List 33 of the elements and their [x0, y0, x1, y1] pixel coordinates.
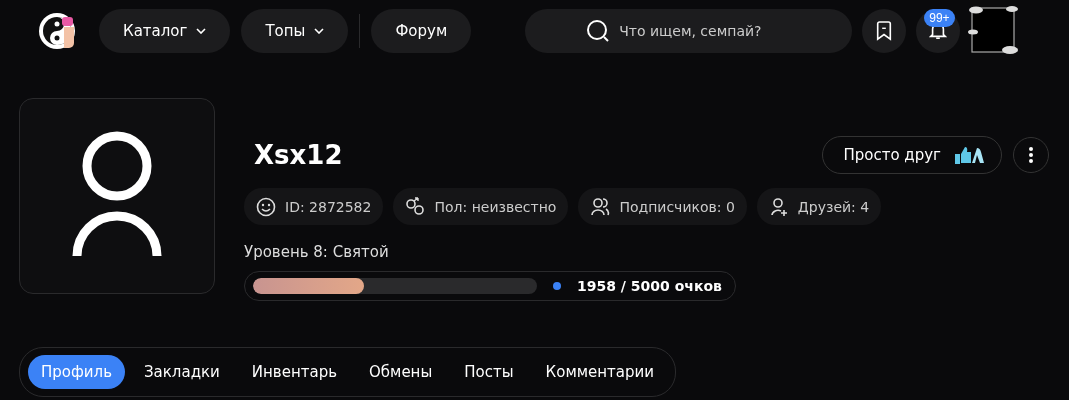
points-text: 1958 / 5000 очков [577, 278, 722, 294]
user-name: Xsx12 [254, 140, 344, 170]
stat-text: ID: 2872582 [285, 198, 372, 215]
nav-button[interactable]: Форум [371, 9, 472, 53]
nav-button[interactable]: Топы [241, 9, 349, 53]
friend-status-button[interactable]: Просто друг [822, 136, 1002, 174]
dot-icon [553, 282, 561, 290]
tab[interactable]: Комментарии [532, 355, 668, 389]
stat-text: Друзей: 4 [797, 198, 870, 215]
users-icon [590, 196, 611, 217]
tab[interactable]: Профиль [28, 355, 125, 389]
gender-icon [405, 196, 426, 217]
tab[interactable]: Закладки [131, 355, 233, 389]
tab[interactable]: Инвентарь [238, 355, 350, 389]
caret-icon [314, 28, 325, 34]
stat-text: Пол: неизвестно [434, 198, 557, 215]
nav-button[interactable]: Каталог [99, 9, 231, 53]
tab[interactable]: Обмены [356, 355, 446, 389]
user-plus-icon [768, 196, 789, 217]
bookmark-icon [875, 21, 894, 41]
stat-text: Подписчиков: 0 [619, 198, 735, 215]
notification-badge: 99+ [924, 9, 955, 27]
tab[interactable]: Посты [451, 355, 527, 389]
smiley-icon [256, 196, 276, 217]
search-icon [586, 19, 611, 43]
caret-icon [196, 28, 207, 34]
more-icon [1029, 147, 1033, 163]
thumbs-up-icon [953, 144, 985, 166]
level-label: Уровень 8: Святой [244, 243, 390, 261]
notifications-button[interactable]: 99+ [916, 9, 961, 53]
bookmark-button[interactable] [862, 9, 907, 53]
more-button[interactable] [1013, 137, 1049, 173]
search-field[interactable]: Что ищем, семпай? [525, 9, 853, 53]
